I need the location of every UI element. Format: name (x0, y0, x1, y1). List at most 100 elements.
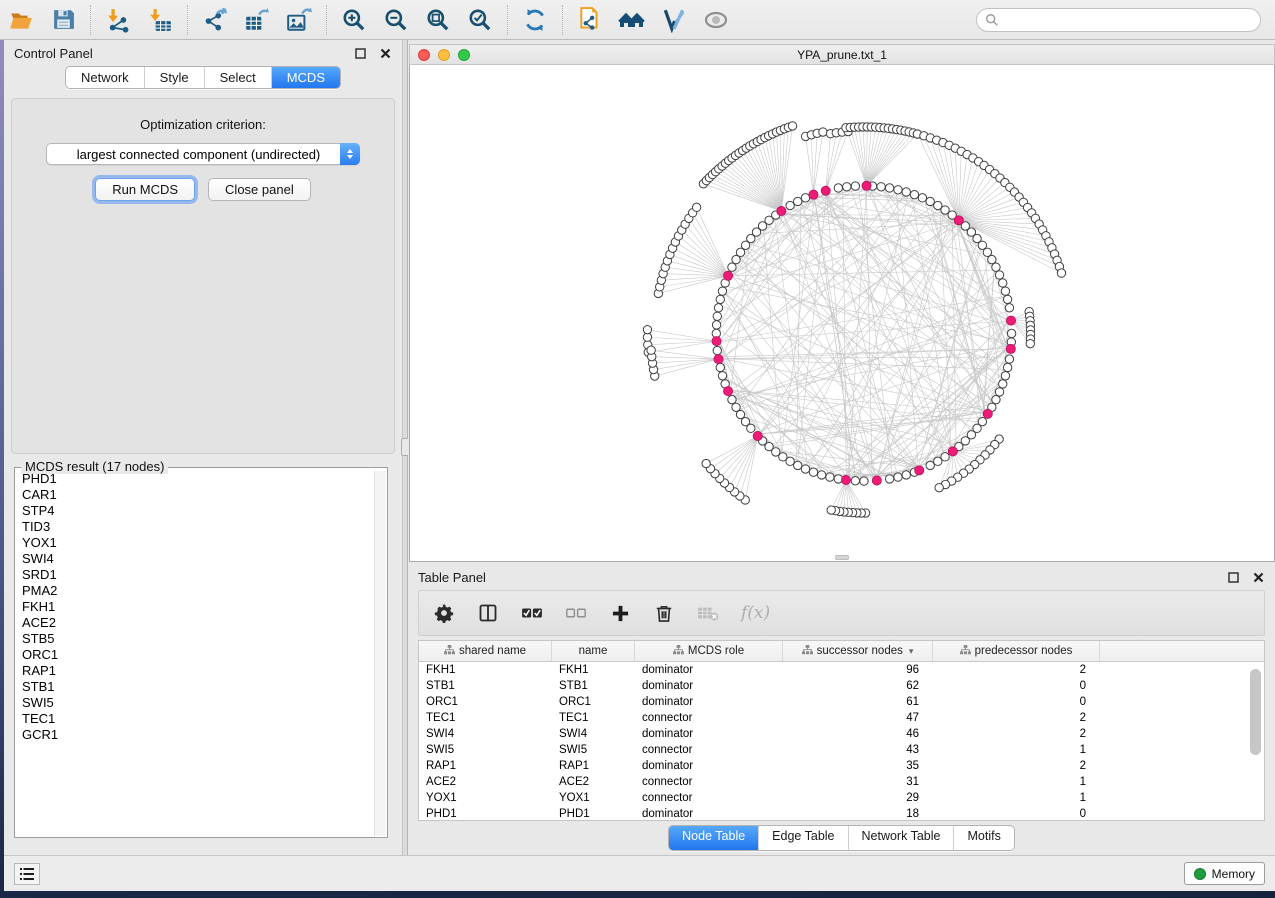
mcds-panel: Optimization criterion: largest connecte… (11, 98, 395, 454)
dominator-nodes[interactable] (712, 181, 1016, 485)
result-list-item[interactable]: CAR1 (16, 487, 374, 503)
network-window-titlebar[interactable]: YPA_prune.txt_1 (409, 44, 1275, 65)
column-header-shared-name[interactable]: shared name (419, 641, 552, 661)
export-image-icon[interactable] (284, 6, 314, 34)
control-panel-title: Control Panel (14, 46, 93, 61)
export-table-icon[interactable] (242, 6, 272, 34)
tab-network-table[interactable]: Network Table (848, 826, 954, 850)
table-cell: FKH1 (419, 662, 552, 678)
tab-edge-table[interactable]: Edge Table (758, 826, 847, 850)
table-row[interactable]: ACE2ACE2connector311 (419, 774, 1264, 790)
result-list-item[interactable]: SRD1 (16, 567, 374, 583)
toolbar-separator (507, 5, 508, 35)
home-pair-icon[interactable] (617, 6, 647, 34)
result-list-item[interactable]: STB1 (16, 679, 374, 695)
zoom-out-icon[interactable] (381, 6, 411, 34)
criterion-dropdown[interactable]: largest connected component (undirected) (46, 143, 360, 165)
tab-style[interactable]: Style (144, 67, 204, 88)
result-list-item[interactable]: PHD1 (16, 471, 374, 487)
table-row[interactable]: FKH1FKH1dominator962 (419, 662, 1264, 678)
close-panel-button[interactable]: Close panel (208, 178, 311, 201)
canvas-splitter-handle[interactable] (835, 555, 849, 560)
result-list-item[interactable]: ORC1 (16, 647, 374, 663)
refresh-layout-icon[interactable] (520, 6, 550, 34)
memory-button[interactable]: Memory (1184, 862, 1265, 885)
tab-select[interactable]: Select (204, 67, 271, 88)
result-list-item[interactable]: PMA2 (16, 583, 374, 599)
network-file-icon[interactable] (575, 6, 605, 34)
table-row[interactable]: PHD1PHD1dominator180 (419, 806, 1264, 821)
table-cell: TEC1 (419, 710, 552, 726)
float-table-panel-icon[interactable] (1227, 571, 1240, 584)
select-all-icon[interactable] (521, 602, 543, 624)
table-row[interactable]: STB1STB1dominator620 (419, 678, 1264, 694)
deselect-all-icon[interactable] (565, 602, 587, 624)
table-cell: FKH1 (552, 662, 635, 678)
table-row[interactable]: YOX1YOX1connector291 (419, 790, 1264, 806)
node-table[interactable]: shared namenameMCDS rolesuccessor nodes▾… (418, 640, 1265, 821)
tab-node-table[interactable]: Node Table (669, 826, 758, 850)
tab-motifs[interactable]: Motifs (953, 826, 1013, 850)
result-list-item[interactable]: STP4 (16, 503, 374, 519)
zoom-in-icon[interactable] (339, 6, 369, 34)
vizmapper-icon[interactable] (659, 6, 689, 34)
export-network-icon[interactable] (200, 6, 230, 34)
tab-network[interactable]: Network (66, 67, 144, 88)
gear-icon[interactable] (433, 602, 455, 624)
delete-icon[interactable] (653, 602, 675, 624)
column-header-predecessor-nodes[interactable]: predecessor nodes (933, 641, 1100, 661)
memory-status-icon (1194, 868, 1206, 880)
column-header-name[interactable]: name (552, 641, 635, 661)
task-history-button[interactable] (14, 863, 40, 885)
result-list-item[interactable]: GCR1 (16, 727, 374, 743)
zoom-fit-icon[interactable] (423, 6, 453, 34)
close-panel-icon[interactable] (379, 47, 392, 60)
result-list-item[interactable]: RAP1 (16, 663, 374, 679)
sort-desc-icon: ▾ (909, 646, 914, 657)
import-table-icon[interactable] (145, 6, 175, 34)
network-graph[interactable] (410, 65, 1274, 561)
status-bar: Memory (4, 855, 1275, 891)
search-input[interactable] (1003, 11, 1260, 29)
result-list-item[interactable]: YOX1 (16, 535, 374, 551)
network-canvas[interactable] (409, 65, 1275, 562)
table-cell: SWI5 (419, 742, 552, 758)
table-scrollbar[interactable] (1250, 667, 1261, 821)
table-row[interactable]: SWI4SWI4dominator462 (419, 726, 1264, 742)
column-header-MCDS-role[interactable]: MCDS role (635, 641, 783, 661)
mcds-result-list[interactable]: PHD1CAR1STP4TID3YOX1SWI4SRD1PMA2FKH1ACE2… (16, 471, 374, 836)
table-panel: Table Panel (408, 564, 1275, 855)
result-list-item[interactable]: SWI5 (16, 695, 374, 711)
table-cell: ACE2 (419, 774, 552, 790)
global-search[interactable] (976, 8, 1261, 32)
tab-mcds[interactable]: MCDS (271, 67, 340, 88)
column-header-successor-nodes[interactable]: successor nodes▾ (783, 641, 933, 661)
result-list-item[interactable]: TEC1 (16, 711, 374, 727)
columns-icon[interactable] (477, 602, 499, 624)
add-column-icon[interactable] (609, 602, 631, 624)
result-list-item[interactable]: STB5 (16, 631, 374, 647)
table-row[interactable]: TEC1TEC1connector472 (419, 710, 1264, 726)
result-list-item[interactable]: ACE2 (16, 615, 374, 631)
result-scrollbar[interactable] (374, 471, 386, 836)
import-network-icon[interactable] (103, 6, 133, 34)
zoom-selected-icon[interactable] (465, 6, 495, 34)
close-table-panel-icon[interactable] (1252, 571, 1265, 584)
control-panel: Control Panel NetworkStyleSelectMCDS Opt… (4, 40, 402, 855)
table-cell: SWI5 (552, 742, 635, 758)
table-tabs: Node TableEdge TableNetwork TableMotifs (408, 825, 1275, 851)
table-cell: ORC1 (552, 694, 635, 710)
table-row[interactable]: SWI5SWI5connector431 (419, 742, 1264, 758)
float-panel-icon[interactable] (354, 47, 367, 60)
table-scrollbar-thumb[interactable] (1250, 669, 1261, 755)
eye-icon[interactable] (701, 6, 731, 34)
table-row[interactable]: RAP1RAP1dominator352 (419, 758, 1264, 774)
run-mcds-button[interactable]: Run MCDS (95, 178, 195, 201)
table-cell: 1 (933, 774, 1100, 790)
save-session-icon[interactable] (48, 6, 78, 34)
open-file-icon[interactable] (6, 6, 36, 34)
result-list-item[interactable]: SWI4 (16, 551, 374, 567)
result-list-item[interactable]: FKH1 (16, 599, 374, 615)
table-row[interactable]: ORC1ORC1dominator610 (419, 694, 1264, 710)
result-list-item[interactable]: TID3 (16, 519, 374, 535)
